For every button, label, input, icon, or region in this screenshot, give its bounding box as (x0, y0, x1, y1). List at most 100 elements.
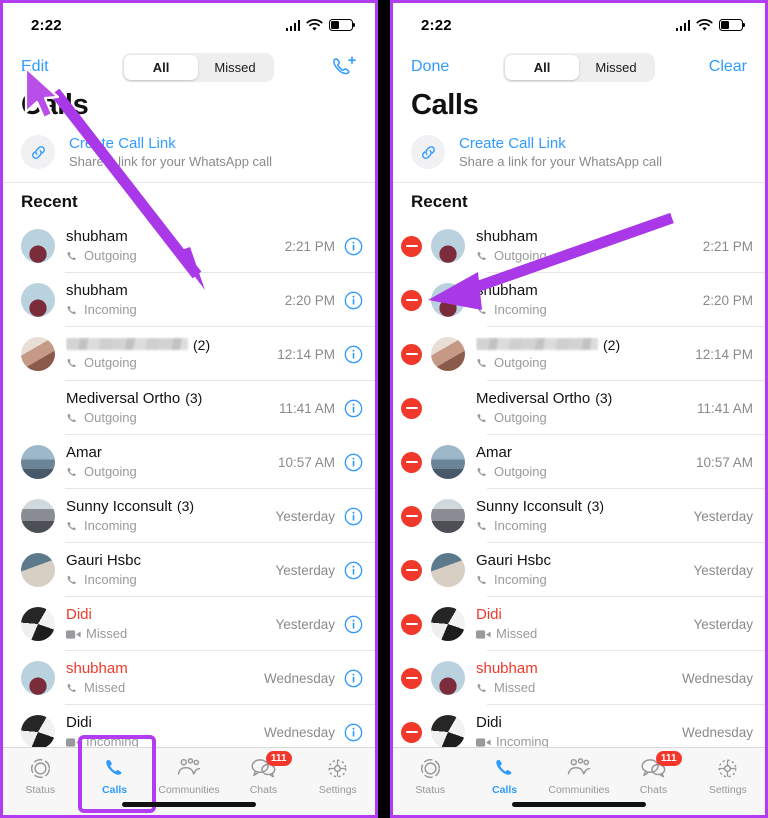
call-count: (3) (185, 390, 203, 407)
call-list-item[interactable]: Amar Outgoing 10:57 AM (393, 435, 765, 490)
new-call-icon[interactable] (331, 55, 357, 79)
tab-label: Status (25, 784, 56, 796)
call-list-item[interactable]: Gauri Hsbc Incoming Yesterday (393, 543, 765, 598)
phone-panel-edit: 2:22 Done All Missed Clear Calls Create … (390, 0, 768, 818)
tab-label: Settings (318, 784, 357, 796)
call-link-title[interactable]: Create Call Link (459, 134, 662, 154)
calls-filter-segmented-control[interactable]: All Missed (503, 52, 655, 82)
tab-status[interactable]: Status (3, 755, 77, 796)
create-call-link-row[interactable]: Create Call Link Share a link for your W… (393, 128, 765, 184)
call-info-button[interactable] (344, 723, 363, 742)
segment-all[interactable]: All (505, 54, 579, 80)
call-name-line: shubham (476, 282, 703, 301)
delete-call-button[interactable] (401, 613, 422, 635)
call-info-button[interactable] (344, 291, 363, 310)
edit-button[interactable]: Edit (21, 58, 65, 76)
avatar (431, 661, 465, 696)
call-list-item[interactable]: Sunny Icconsult (3) Incoming Yesterday (393, 489, 765, 544)
call-list-item[interactable]: Didi Missed Yesterday (3, 597, 375, 652)
tab-settings[interactable]: Settings (301, 755, 375, 796)
tab-status[interactable]: Status (393, 755, 467, 796)
call-meta: Amar Outgoing (66, 444, 278, 481)
call-row-right: Yesterday (275, 561, 363, 580)
delete-call-button[interactable] (401, 235, 422, 257)
calls-filter-segmented-control[interactable]: All Missed (122, 52, 274, 82)
call-list-item[interactable]: shubham Incoming 2:20 PM (3, 273, 375, 328)
call-list-item[interactable]: Mediversal Ortho (3) Outgoing 11:41 AM (393, 381, 765, 436)
avatar (431, 553, 465, 588)
call-list-item[interactable]: Sunny Icconsult (3) Incoming Yesterday (3, 489, 375, 544)
tab-communities[interactable]: Communities (542, 755, 616, 796)
delete-call-button[interactable] (401, 505, 422, 527)
call-list-item[interactable]: Didi Incoming Wednesday (3, 705, 375, 747)
call-name-line: Amar (66, 444, 278, 463)
call-row-right: 2:20 PM (703, 293, 753, 308)
delete-call-button[interactable] (401, 721, 422, 743)
avatar (21, 607, 55, 642)
tab-label: Chats (249, 784, 278, 796)
segment-all[interactable]: All (124, 54, 198, 80)
call-count: (3) (176, 498, 195, 515)
call-list-item[interactable]: Didi Missed Yesterday (393, 597, 765, 652)
tab-calls[interactable]: Calls (77, 755, 151, 796)
tab-chats[interactable]: 111 Chats (616, 751, 690, 796)
tab-settings[interactable]: Settings (691, 755, 765, 796)
call-name-line: Didi (66, 714, 264, 733)
delete-call-button[interactable] (401, 397, 422, 419)
call-direction: Outgoing (66, 248, 285, 265)
call-info-button[interactable] (344, 345, 363, 364)
call-list-item[interactable]: Mediversal Ortho (3) Outgoing 11:41 AM (3, 381, 375, 436)
chats-icon: 111 (250, 751, 292, 781)
call-direction-label: Incoming (84, 517, 137, 533)
call-direction: Incoming (476, 734, 682, 747)
delete-call-button[interactable] (401, 343, 422, 365)
tab-communities[interactable]: Communities (152, 755, 226, 796)
call-list-item[interactable]: Amar Outgoing 10:57 AM (3, 435, 375, 490)
call-list-item[interactable]: shubham Incoming 2:20 PM (393, 273, 765, 328)
call-info-button[interactable] (344, 615, 363, 634)
avatar (21, 391, 55, 426)
avatar (431, 445, 465, 480)
call-info-button[interactable] (344, 399, 363, 418)
call-row-right: 11:41 AM (279, 399, 363, 418)
voice-call-icon (67, 305, 76, 314)
done-button[interactable]: Done (411, 58, 455, 76)
delete-call-button[interactable] (401, 559, 422, 581)
segment-missed[interactable]: Missed (198, 55, 272, 80)
call-list-item[interactable]: Gauri Hsbc Incoming Yesterday (3, 543, 375, 598)
avatar (21, 445, 55, 480)
clear-button[interactable]: Clear (703, 58, 747, 76)
tab-label: Communities (548, 784, 610, 796)
call-row-right: 10:57 AM (696, 455, 753, 470)
call-timestamp: 2:21 PM (702, 238, 753, 254)
call-info-button[interactable] (344, 561, 363, 580)
call-info-button[interactable] (344, 237, 363, 256)
delete-call-button[interactable] (401, 451, 422, 473)
call-list-item[interactable]: shubham Missed Wednesday (393, 651, 765, 706)
call-name-line: shubham (476, 660, 682, 679)
create-call-link-row[interactable]: Create Call Link Share a link for your W… (3, 128, 375, 184)
call-list-item[interactable]: shubham Missed Wednesday (3, 651, 375, 706)
call-info-button[interactable] (344, 669, 363, 688)
call-list-item[interactable]: (2) Outgoing 12:14 PM (3, 327, 375, 382)
delete-call-button[interactable] (401, 289, 422, 311)
call-link-title[interactable]: Create Call Link (69, 134, 272, 154)
voice-call-icon (67, 413, 76, 422)
segment-missed[interactable]: Missed (579, 55, 653, 80)
call-list-item[interactable]: shubham Outgoing 2:21 PM (3, 219, 375, 274)
call-meta: (2) Outgoing (476, 337, 695, 372)
call-list-item[interactable]: (2) Outgoing 12:14 PM (393, 327, 765, 382)
tab-chats[interactable]: 111 Chats (226, 751, 300, 796)
tab-calls[interactable]: Calls (467, 755, 541, 796)
status-bar: 2:22 (3, 3, 375, 47)
voice-call-icon (67, 359, 76, 368)
call-list-item[interactable]: shubham Outgoing 2:21 PM (393, 219, 765, 274)
call-list-item[interactable]: Didi Incoming Wednesday (393, 705, 765, 747)
call-info-button[interactable] (344, 507, 363, 526)
call-direction: Missed (66, 626, 275, 643)
call-direction: Outgoing (476, 410, 697, 427)
call-meta: shubham Outgoing (476, 228, 703, 265)
home-indicator (512, 802, 646, 807)
delete-call-button[interactable] (401, 667, 422, 689)
call-info-button[interactable] (344, 453, 363, 472)
